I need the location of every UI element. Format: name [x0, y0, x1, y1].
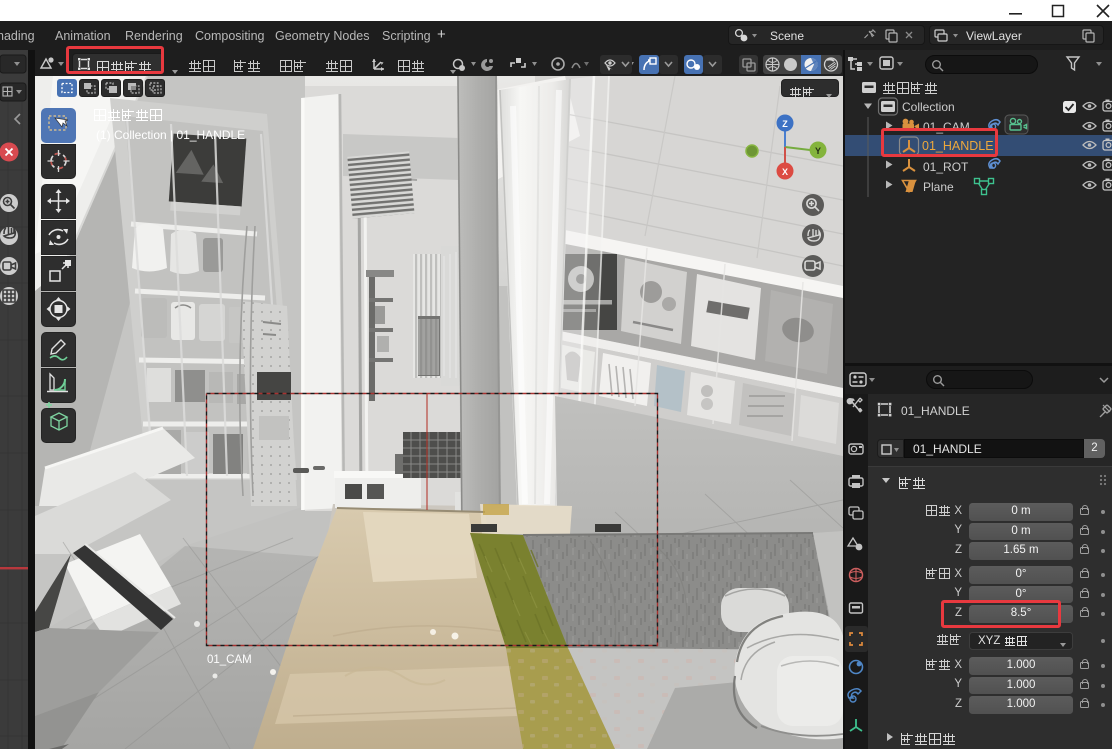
svg-text:Y: Y [815, 146, 821, 156]
svg-text:X: X [782, 167, 788, 177]
svg-text:Z: Z [782, 119, 788, 129]
svg-text:(1) Collection | 01_HANDLE: (1) Collection | 01_HANDLE [96, 128, 245, 142]
svg-text:01_CAM: 01_CAM [207, 654, 252, 666]
